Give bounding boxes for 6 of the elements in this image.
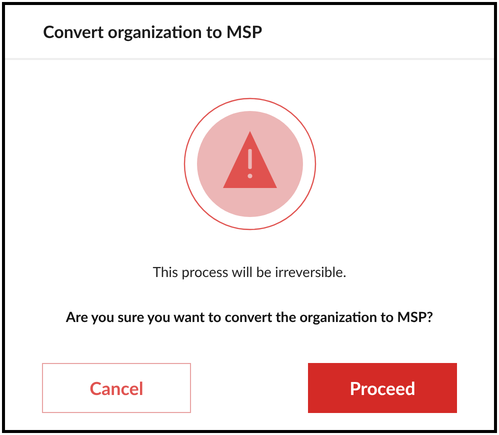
cancel-button[interactable]: Cancel [42, 363, 191, 413]
confirmation-question: Are you sure you want to convert the organization to MSP? [66, 307, 434, 327]
dialog-title: Convert organization to MSP [43, 20, 262, 44]
proceed-button[interactable]: Proceed [308, 363, 457, 413]
warning-icon [182, 97, 316, 231]
warning-message: This process will be irreversible. [152, 262, 346, 282]
